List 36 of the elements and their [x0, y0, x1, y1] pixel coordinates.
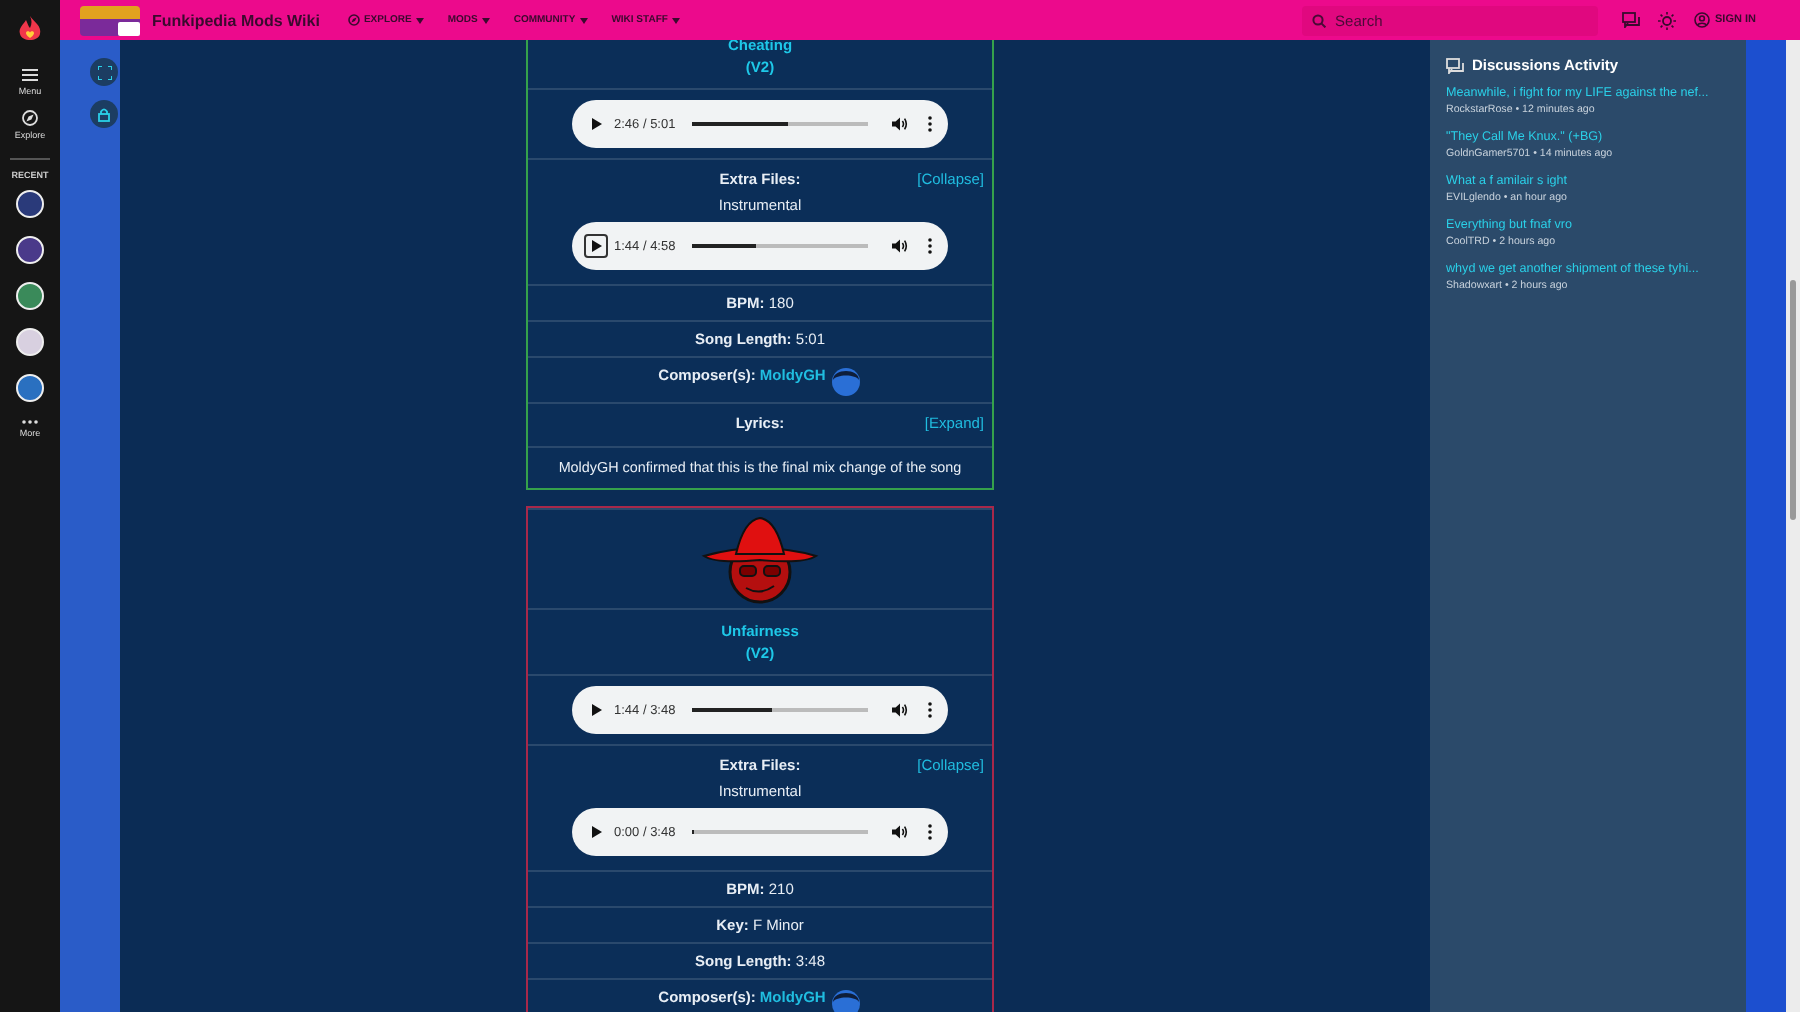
wiki-avatar[interactable]: [16, 282, 44, 310]
wiki-logo: [80, 5, 140, 35]
volume-icon[interactable]: [892, 824, 908, 840]
sun-icon[interactable]: [1657, 11, 1676, 29]
chat-icon[interactable]: [1621, 12, 1640, 28]
user-icon: [1693, 12, 1710, 28]
lock-icon: [98, 107, 110, 121]
caret-icon: [415, 17, 424, 23]
play-icon: [591, 704, 601, 716]
menu-icon: [21, 68, 38, 82]
play-icon: [591, 240, 601, 252]
volume-icon[interactable]: [892, 116, 908, 132]
character-drawing: [700, 516, 820, 604]
chat-icon: [1446, 57, 1464, 73]
play-icon: [591, 826, 601, 838]
expand-icon: [97, 65, 111, 79]
wiki-avatar[interactable]: [16, 236, 44, 264]
wiki-avatar[interactable]: [16, 190, 44, 218]
play-button[interactable]: [584, 234, 608, 258]
caret-icon: [579, 17, 588, 23]
volume-icon[interactable]: [892, 702, 908, 718]
wiki-avatar[interactable]: [16, 328, 44, 356]
compass-icon: [347, 14, 360, 26]
play-icon: [591, 118, 601, 130]
scrollbar[interactable]: [1786, 40, 1800, 1012]
scrollbar-thumb[interactable]: [1790, 280, 1796, 520]
search-icon: [1311, 13, 1326, 27]
flame-logo-icon[interactable]: [18, 16, 42, 44]
caret-icon: [671, 17, 680, 23]
volume-icon[interactable]: [892, 238, 908, 254]
composer-avatar-icon: [829, 364, 862, 398]
wiki-avatar[interactable]: [16, 374, 44, 402]
compass-icon: [21, 110, 38, 126]
composer-avatar-icon: [829, 986, 862, 1012]
wiki-title[interactable]: Funkipedia Mods Wiki: [152, 11, 320, 29]
caret-icon: [481, 17, 490, 23]
